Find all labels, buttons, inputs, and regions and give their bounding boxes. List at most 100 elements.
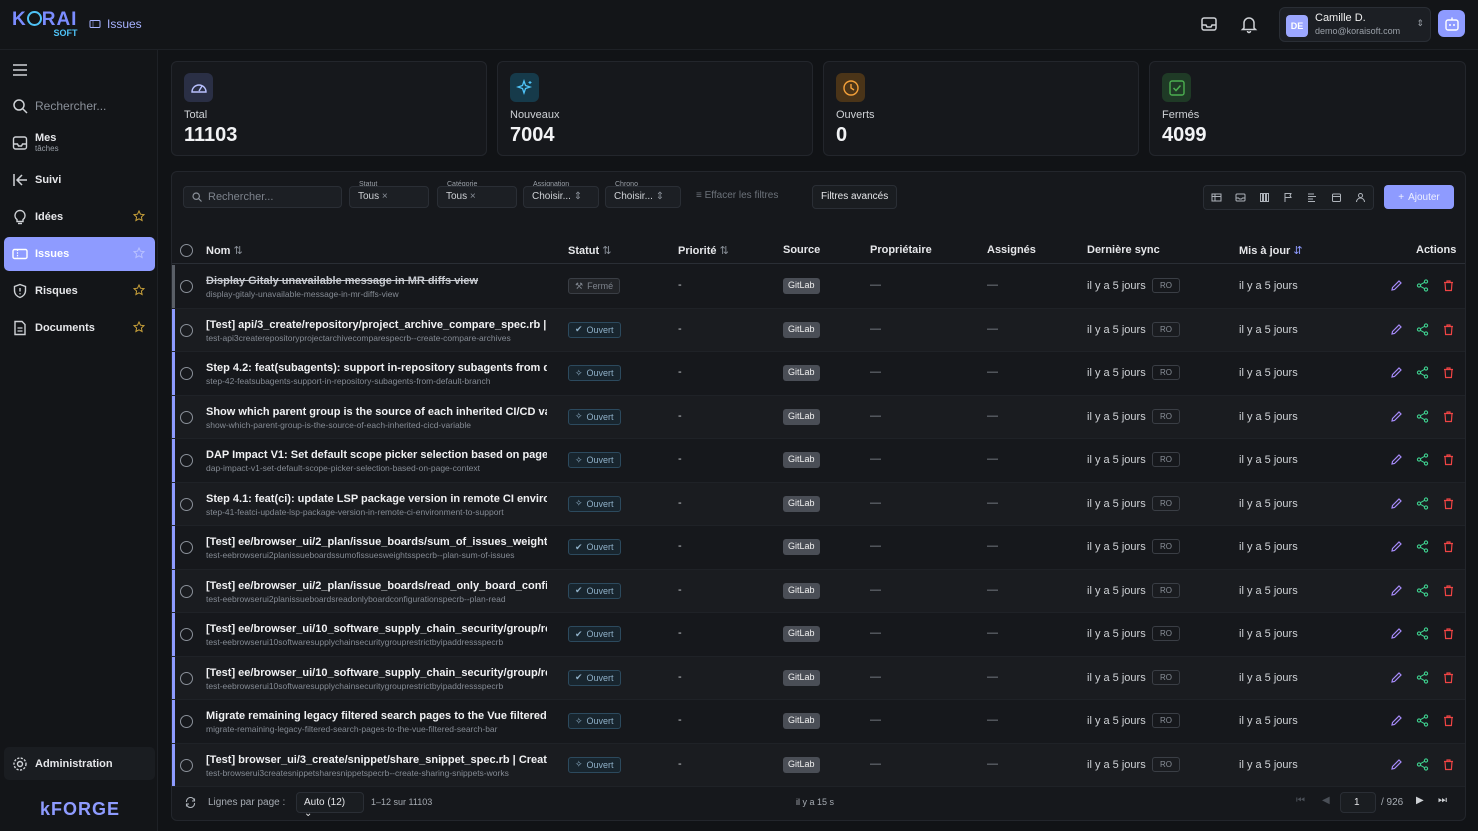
star-icon[interactable] bbox=[133, 247, 145, 259]
edit-icon[interactable] bbox=[1390, 758, 1403, 771]
edit-icon[interactable] bbox=[1390, 714, 1403, 727]
advanced-filters-button[interactable]: Filtres avancés bbox=[812, 185, 898, 209]
menu-icon[interactable] bbox=[12, 63, 28, 77]
issue-title[interactable]: [Test] ee/browser_ui/2_plan/issue_boards… bbox=[206, 580, 547, 592]
next-page-icon[interactable]: ▶ bbox=[1416, 795, 1424, 806]
share-icon[interactable] bbox=[1416, 322, 1429, 336]
issue-title[interactable]: Display Gitaly unavailable message in MR… bbox=[206, 275, 547, 287]
issue-title[interactable]: [Test] ee/browser_ui/10_software_supply_… bbox=[206, 667, 547, 679]
trash-icon[interactable] bbox=[1442, 453, 1455, 466]
timeline-icon[interactable] bbox=[1307, 192, 1318, 203]
edit-icon[interactable] bbox=[1390, 453, 1403, 466]
table-row[interactable]: [Test] ee/browser_ui/2_plan/issue_boards… bbox=[172, 569, 1465, 613]
share-icon[interactable] bbox=[1416, 540, 1429, 553]
issue-title[interactable]: Step 4.1: feat(ci): update LSP package v… bbox=[206, 493, 547, 505]
first-page-icon[interactable]: ⏮ bbox=[1296, 795, 1305, 806]
assistant-button[interactable] bbox=[1438, 10, 1465, 37]
share-icon[interactable] bbox=[1416, 714, 1429, 727]
edit-icon[interactable] bbox=[1390, 279, 1403, 292]
edit-icon[interactable] bbox=[1390, 627, 1403, 640]
row-checkbox[interactable] bbox=[180, 628, 193, 641]
refresh-icon[interactable] bbox=[185, 797, 196, 808]
row-checkbox[interactable] bbox=[180, 715, 193, 728]
table-row[interactable]: [Test] api/3_create/repository/project_a… bbox=[172, 308, 1465, 352]
row-checkbox[interactable] bbox=[180, 497, 193, 511]
clear-x-icon[interactable]: × bbox=[382, 191, 388, 202]
table-row[interactable]: Show which parent group is the source of… bbox=[172, 395, 1465, 439]
person-icon[interactable] bbox=[1355, 192, 1366, 203]
sidebar-item-risques[interactable]: Risques bbox=[4, 274, 155, 308]
row-checkbox[interactable] bbox=[180, 280, 193, 293]
table-row[interactable]: [Test] ee/browser_ui/10_software_supply_… bbox=[172, 656, 1465, 700]
edit-icon[interactable] bbox=[1390, 323, 1403, 336]
row-checkbox[interactable] bbox=[180, 367, 193, 380]
column-maj[interactable]: Mis à jour ⇵ bbox=[1239, 244, 1303, 257]
prev-page-icon[interactable]: ◀ bbox=[1322, 795, 1330, 806]
trash-icon[interactable] bbox=[1442, 497, 1455, 510]
table-row[interactable]: Step 4.2: feat(subagents): support in-re… bbox=[172, 352, 1465, 396]
issue-title[interactable]: [Test] ee/browser_ui/10_software_supply_… bbox=[206, 623, 547, 635]
trash-icon[interactable] bbox=[1442, 758, 1455, 771]
share-icon[interactable] bbox=[1416, 366, 1429, 379]
calendar-icon[interactable] bbox=[1331, 192, 1342, 203]
flag-icon[interactable] bbox=[1283, 192, 1294, 203]
share-icon[interactable] bbox=[1416, 583, 1429, 597]
bell-icon[interactable] bbox=[1239, 14, 1259, 34]
issue-title[interactable]: [Test] ee/browser_ui/2_plan/issue_boards… bbox=[206, 536, 547, 548]
issue-title[interactable]: Step 4.2: feat(subagents): support in-re… bbox=[206, 362, 547, 374]
sidebar-item-idees[interactable]: Idées bbox=[4, 200, 155, 234]
trash-icon[interactable] bbox=[1442, 410, 1455, 423]
table-row[interactable]: Migrate remaining legacy filtered search… bbox=[172, 700, 1465, 744]
rows-per-page-select[interactable]: Auto (12) ⌄ bbox=[296, 792, 364, 819]
issue-title[interactable]: DAP Impact V1: Set default scope picker … bbox=[206, 449, 547, 461]
edit-icon[interactable] bbox=[1390, 366, 1403, 379]
row-checkbox[interactable] bbox=[180, 541, 193, 554]
edit-icon[interactable] bbox=[1390, 410, 1403, 423]
share-icon[interactable] bbox=[1416, 453, 1429, 466]
clear-x-icon[interactable]: × bbox=[470, 191, 476, 202]
share-icon[interactable] bbox=[1416, 627, 1429, 640]
row-checkbox[interactable] bbox=[180, 584, 193, 598]
table-row[interactable]: Display Gitaly unavailable message in MR… bbox=[172, 265, 1465, 309]
share-icon[interactable] bbox=[1416, 279, 1429, 292]
table-view-icon[interactable] bbox=[1211, 192, 1222, 203]
row-checkbox[interactable] bbox=[180, 454, 193, 467]
column-nom[interactable]: Nom ⇅ bbox=[206, 244, 243, 257]
sidebar-search[interactable]: Rechercher... bbox=[4, 89, 155, 123]
trash-icon[interactable] bbox=[1442, 323, 1455, 336]
column-statut[interactable]: Statut ⇅ bbox=[568, 244, 611, 257]
issue-title[interactable]: [Test] api/3_create/repository/project_a… bbox=[206, 319, 547, 331]
issue-title[interactable]: [Test] browser_ui/3_create/snippet/share… bbox=[206, 754, 547, 766]
sidebar-item-administration[interactable]: Administration bbox=[4, 747, 155, 780]
share-icon[interactable] bbox=[1416, 409, 1429, 423]
trash-icon[interactable] bbox=[1442, 279, 1455, 292]
filter-chrono-select[interactable]: Choisir... ⇕ bbox=[605, 186, 681, 208]
star-icon[interactable] bbox=[133, 321, 145, 333]
kanban-icon[interactable] bbox=[1259, 192, 1270, 203]
filter-search-input[interactable]: Rechercher... bbox=[183, 186, 342, 208]
filter-assignation-select[interactable]: Choisir... ⇕ bbox=[523, 186, 599, 208]
share-icon[interactable] bbox=[1416, 670, 1429, 684]
row-checkbox[interactable] bbox=[180, 758, 193, 772]
edit-icon[interactable] bbox=[1390, 497, 1403, 510]
row-checkbox[interactable] bbox=[180, 323, 193, 337]
star-icon[interactable] bbox=[133, 210, 145, 222]
inbox-icon[interactable] bbox=[1199, 14, 1219, 34]
filter-categorie-select[interactable]: Tous × bbox=[437, 186, 517, 208]
trash-icon[interactable] bbox=[1442, 627, 1455, 640]
trash-icon[interactable] bbox=[1442, 671, 1455, 684]
row-checkbox[interactable] bbox=[180, 410, 193, 424]
inbox-view-icon[interactable] bbox=[1235, 192, 1246, 203]
breadcrumb[interactable]: Issues bbox=[89, 17, 142, 31]
clear-filters-button[interactable]: ≡ Effacer les filtres bbox=[696, 190, 778, 201]
select-all-checkbox[interactable] bbox=[180, 244, 193, 257]
row-checkbox[interactable] bbox=[180, 671, 193, 685]
star-icon[interactable] bbox=[133, 284, 145, 296]
filter-statut-select[interactable]: Tous × bbox=[349, 186, 429, 208]
edit-icon[interactable] bbox=[1390, 540, 1403, 553]
share-icon[interactable] bbox=[1416, 496, 1429, 510]
last-page-icon[interactable]: ⏭ bbox=[1438, 795, 1447, 806]
user-menu[interactable]: DE Camille D. demo@koraisoft.com ⇕ bbox=[1279, 7, 1431, 42]
trash-icon[interactable] bbox=[1442, 366, 1455, 379]
sidebar-item-issues[interactable]: Issues bbox=[4, 237, 155, 271]
